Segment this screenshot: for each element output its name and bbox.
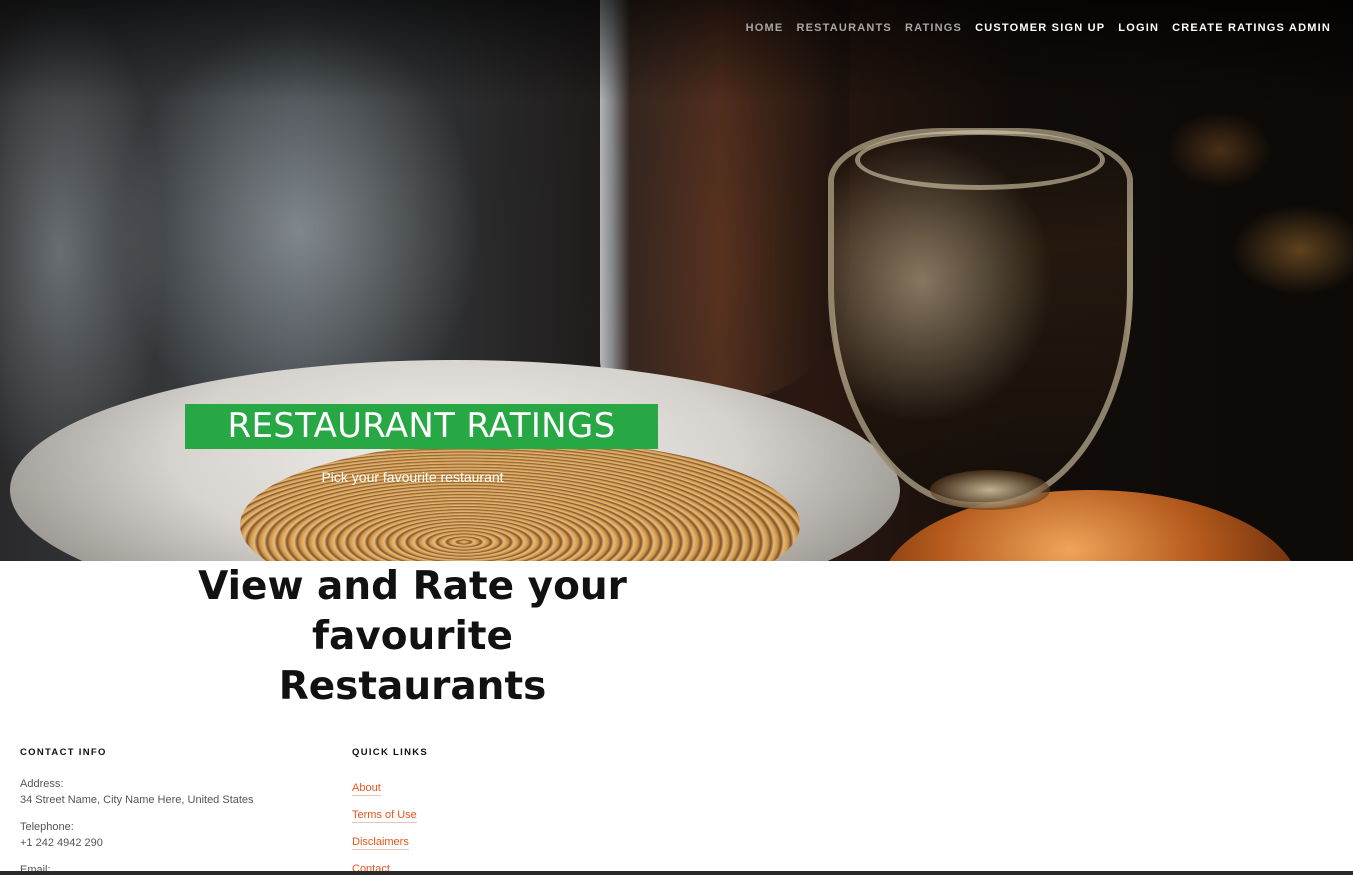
footer-address-label: Address: — [20, 778, 64, 790]
page-heading: View and Rate your favourite Restaurants — [95, 562, 730, 712]
nav-login[interactable]: LOGIN — [1118, 20, 1159, 36]
bottom-bar — [0, 871, 1353, 875]
footer-telephone-label: Telephone: — [20, 821, 74, 833]
nav-home[interactable]: HOME — [746, 20, 784, 36]
nav-customer-sign-up[interactable]: CUSTOMER SIGN UP — [975, 20, 1105, 36]
footer-telephone: Telephone: +1 242 4942 290 — [20, 819, 320, 851]
page: HOME RESTAURANTS RATINGS CUSTOMER SIGN U… — [0, 0, 1353, 875]
nav-ratings[interactable]: RATINGS — [905, 20, 962, 36]
nav-create-ratings-admin[interactable]: CREATE RATINGS ADMIN — [1172, 20, 1331, 36]
footer-address-value: 34 Street Name, City Name Here, United S… — [20, 794, 254, 806]
nav-restaurants[interactable]: RESTAURANTS — [796, 20, 892, 36]
footer-contact-heading: CONTACT INFO — [20, 747, 107, 758]
footer-quick-links-heading: QUICK LINKS — [352, 747, 429, 758]
hero-subtitle: Pick your favourite restaurant — [321, 469, 504, 485]
footer-link-terms-of-use[interactable]: Terms of Use — [352, 808, 417, 823]
hero-banner: HOME RESTAURANTS RATINGS CUSTOMER SIGN U… — [0, 0, 1353, 561]
hero-title: RESTAURANT RATINGS — [185, 404, 658, 449]
page-heading-line1: View and Rate your favourite — [198, 564, 627, 659]
footer-quick-links: QUICK LINKS About Terms of Use Disclaime… — [352, 746, 552, 875]
main-nav: HOME RESTAURANTS RATINGS CUSTOMER SIGN U… — [746, 20, 1331, 36]
footer-link-about[interactable]: About — [352, 781, 381, 796]
footer-contact-info: CONTACT INFO Address: 34 Street Name, Ci… — [20, 746, 320, 875]
page-heading-line2: Restaurants — [278, 664, 547, 709]
footer-link-disclaimers[interactable]: Disclaimers — [352, 835, 409, 850]
footer-telephone-value: +1 242 4942 290 — [20, 837, 103, 849]
footer-address: Address: 34 Street Name, City Name Here,… — [20, 776, 320, 808]
